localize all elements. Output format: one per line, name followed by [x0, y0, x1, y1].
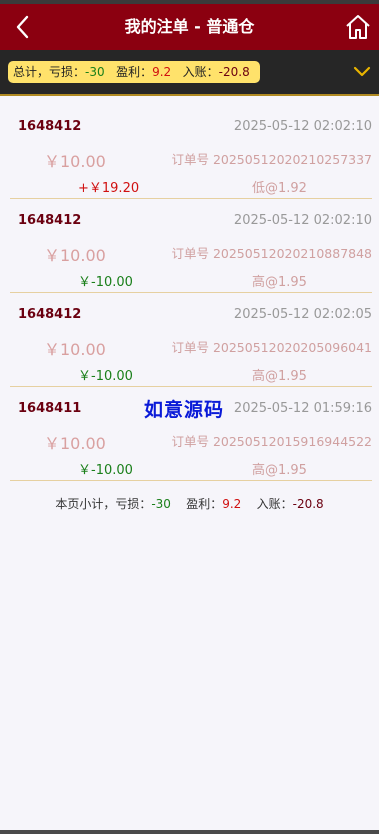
order-profit-loss: ￥-10.00	[78, 463, 133, 478]
order-number: 订单号 20250512015916944522	[171, 434, 372, 449]
app-header: 我的注单 - 普通仓	[0, 4, 379, 50]
order-amount: ￥10.00	[44, 246, 106, 265]
order-amount: ￥10.00	[44, 434, 106, 453]
page-income: -20.8	[292, 497, 324, 511]
order-time: 2025-05-12 01:59:16	[233, 401, 372, 416]
order-profit-loss: ￥-10.00	[78, 369, 133, 384]
total-summary: 总计，亏损：-30 盈利：9.2 入账：-20.8	[8, 61, 260, 83]
order-pick: 高@1.95	[252, 463, 307, 478]
total-profit-label: 盈利：	[116, 65, 153, 79]
order-id: 1648412	[18, 119, 82, 134]
order-id: 1648412	[18, 213, 82, 228]
order-profit-loss: ￥-10.00	[78, 275, 133, 290]
order-pick: 高@1.95	[252, 275, 307, 290]
page-loss: -30	[151, 497, 171, 511]
order-id: 1648412	[18, 307, 82, 322]
order-id: 1648411	[18, 401, 82, 416]
order-time: 2025-05-12 02:02:10	[233, 119, 372, 134]
page-subtotal-label: 本页小计，亏损：	[55, 497, 152, 511]
summary-bar: 总计，亏损：-30 盈利：9.2 入账：-20.8	[0, 50, 379, 94]
order-amount: ￥10.00	[44, 340, 106, 359]
watermark: 如意源码	[144, 399, 225, 421]
order-pick: 低@1.92	[252, 181, 307, 196]
total-label: 总计，亏损：	[13, 65, 86, 79]
order-amount: ￥10.00	[44, 152, 106, 171]
order-profit-loss: +￥19.20	[78, 181, 140, 196]
order-item[interactable]: 1648412 2025-05-12 02:02:10 ￥10.00 订单号 2…	[10, 105, 372, 199]
order-number: 订单号 20250512020210257337	[171, 152, 372, 167]
page-profit: 9.2	[222, 497, 242, 511]
order-pick: 高@1.95	[252, 369, 307, 384]
total-income-label: 入账：	[182, 65, 219, 79]
divider	[0, 94, 379, 96]
total-profit: 9.2	[152, 65, 172, 79]
order-item[interactable]: 1648412 2025-05-12 02:02:05 ￥10.00 订单号 2…	[10, 293, 372, 387]
order-number: 订单号 20250512020205096041	[171, 340, 372, 355]
page-profit-label: 盈利：	[186, 497, 223, 511]
home-icon[interactable]	[343, 12, 373, 42]
total-income: -20.8	[218, 65, 250, 79]
order-item[interactable]: 1648412 2025-05-12 02:02:10 ￥10.00 订单号 2…	[10, 199, 372, 293]
order-time: 2025-05-12 02:02:10	[233, 213, 372, 228]
page-income-label: 入账：	[256, 497, 293, 511]
page-title: 我的注单 - 普通仓	[124, 17, 255, 36]
page-subtotal: 本页小计，亏损：-30 盈利：9.2 入账：-20.8	[0, 495, 379, 512]
chevron-down-icon[interactable]	[353, 64, 371, 78]
order-number: 订单号 20250512020210887848	[171, 246, 372, 261]
total-loss: -30	[85, 65, 105, 79]
order-time: 2025-05-12 02:02:05	[233, 307, 372, 322]
bottom-strip	[0, 830, 379, 834]
